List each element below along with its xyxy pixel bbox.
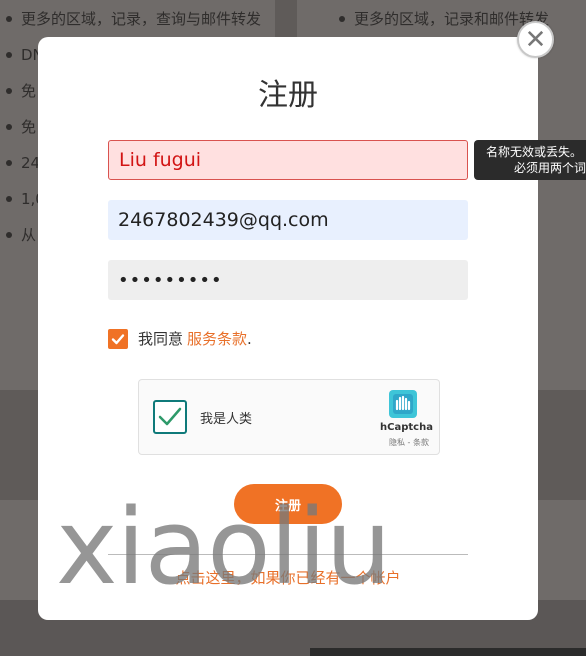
agree-label: 我同意 xyxy=(138,330,184,348)
close-icon: ✕ xyxy=(524,24,547,55)
modal-title: 注册 xyxy=(258,78,318,113)
terms-agreement: 我同意 服务条款 . xyxy=(108,328,252,349)
feature-item: 更多的区域，记录，查询与邮件转发 xyxy=(4,8,274,30)
checkmark-icon xyxy=(111,333,125,344)
terms-link[interactable]: 服务条款 xyxy=(187,328,247,349)
hcaptcha-widget: 我是人类 hCaptcha 隐私 - 条款 xyxy=(138,379,440,455)
captcha-label: 我是人类 xyxy=(200,412,253,427)
check-icon xyxy=(158,407,182,426)
name-error-tooltip: 名称无效或丢失。 必须用两个词 xyxy=(474,140,586,180)
watermark-text: xiaoliu xyxy=(56,486,392,608)
email-input[interactable]: 2467802439@qq.com xyxy=(108,200,468,240)
tooltip-line-1: 名称无效或丢失。 xyxy=(486,145,583,159)
close-button[interactable]: ✕ xyxy=(517,21,554,58)
captcha-checkbox[interactable] xyxy=(153,400,187,434)
password-input[interactable]: ••••••••• xyxy=(108,260,468,300)
background-dark-bar xyxy=(310,648,586,656)
tooltip-line-2: 必须用两个词 xyxy=(514,161,586,175)
terms-checkbox[interactable] xyxy=(108,328,128,349)
hcaptcha-brand: hCaptcha xyxy=(380,422,433,433)
name-input[interactable]: Liu fugui xyxy=(108,140,468,180)
hcaptcha-terms-links[interactable]: 隐私 - 条款 xyxy=(389,437,429,448)
hcaptcha-logo-icon xyxy=(389,390,417,418)
terms-period: . xyxy=(247,329,252,348)
